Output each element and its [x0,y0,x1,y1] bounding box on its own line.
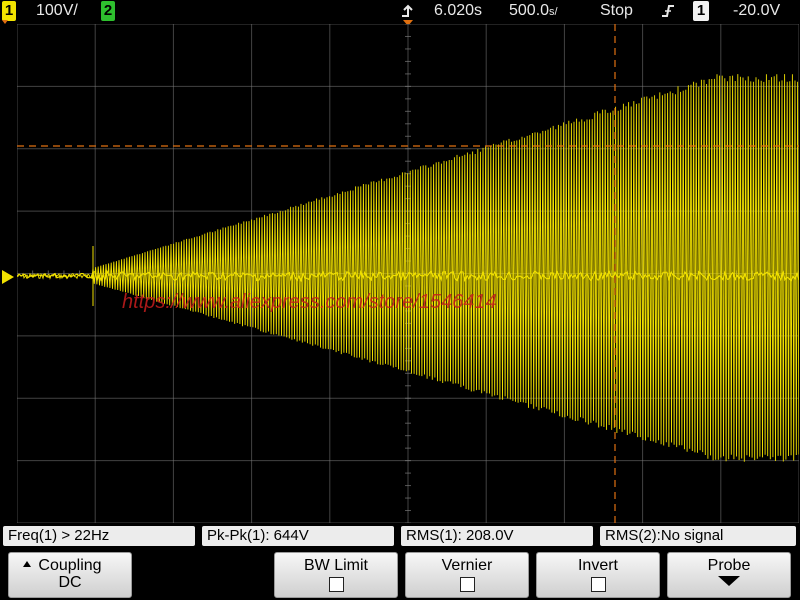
measurement-rms-2: RMS(2):No signal [600,526,796,546]
channel-1-indicator[interactable]: 1 [2,1,16,21]
trigger-edge-icon [662,5,674,17]
timebase-delay: 6.020s [434,2,483,19]
vernier-checkbox-icon [459,577,475,592]
vernier-label: Vernier [441,557,493,574]
trigger-delay-icon [402,4,413,17]
probe-label: Probe [707,557,751,574]
waveform-display[interactable]: https://www.aliexpress.com/store/1546414 [17,24,799,523]
softkey-bar: Coupling DC BW Limit Vernier Invert Prob… [0,550,800,600]
watermark: https://www.aliexpress.com/store/1546414 [122,291,497,313]
coupling-value: DC [58,574,82,591]
bw-limit-checkbox-icon [328,577,344,592]
menu-up-icon [23,561,31,567]
invert-checkbox-icon [590,577,606,592]
bw-limit-button[interactable]: BW Limit [274,552,398,598]
measurement-freq: Freq(1) > 22Hz [3,526,195,546]
status-bar: 1 100V/ 2 6.020s 500.0s/ Stop 1 -20.0V [0,0,800,22]
measurement-pk-pk: Pk-Pk(1): 644V [202,526,394,546]
trigger-source-indicator[interactable]: 1 [693,1,709,21]
invert-button[interactable]: Invert [536,552,660,598]
invert-label: Invert [577,557,618,574]
vernier-button[interactable]: Vernier [405,552,529,598]
coupling-button[interactable]: Coupling DC [8,552,132,598]
submenu-down-arrow-icon [718,576,740,586]
probe-button[interactable]: Probe [667,552,791,598]
measurement-rms-1: RMS(1): 208.0V [401,526,593,546]
channel-1-ground-marker[interactable] [0,268,17,290]
trigger-level: -20.0V [733,2,781,19]
channel-2-indicator[interactable]: 2 [101,1,115,21]
run-state: Stop [600,2,633,19]
measurement-bar: Freq(1) > 22Hz Pk-Pk(1): 644V RMS(1): 20… [0,524,800,548]
channel-1-scale: 100V/ [36,2,78,19]
timebase-scale: 500.0s/ [509,2,558,19]
bw-limit-label: BW Limit [304,557,368,574]
